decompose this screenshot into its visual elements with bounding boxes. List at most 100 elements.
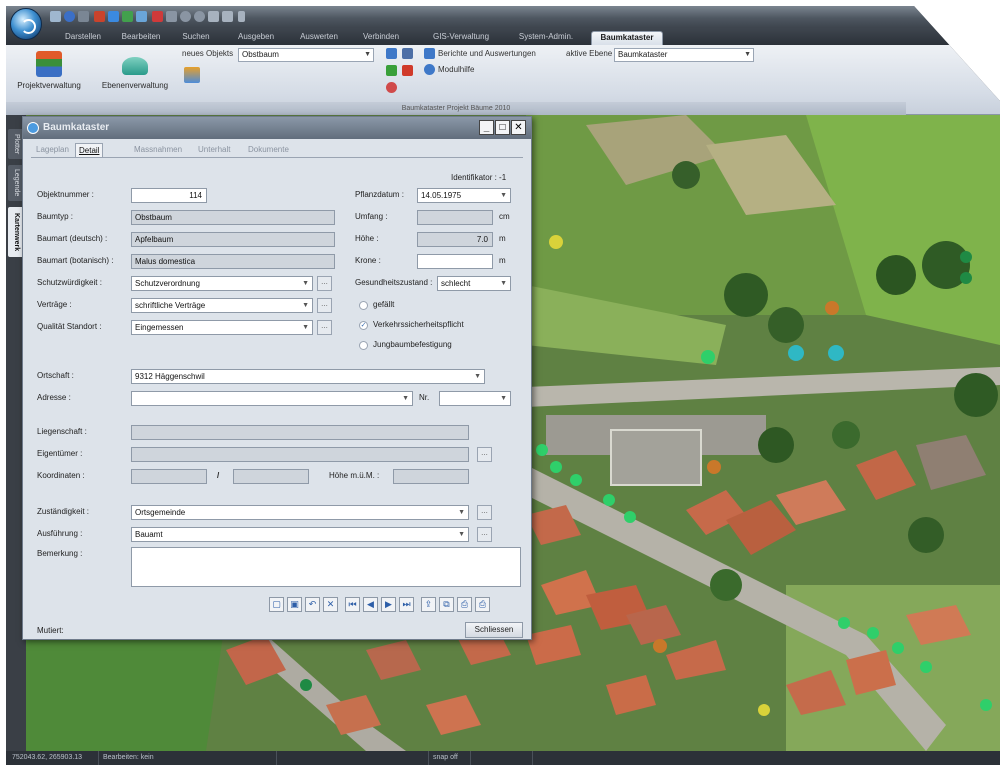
ausfuehrung-select[interactable]: Bauamt ▼ — [131, 527, 469, 542]
dropdown-icon[interactable] — [238, 11, 245, 22]
chevron-down-icon: ▼ — [500, 395, 507, 402]
ortschaft-select[interactable]: 9312 Häggenschwil ▼ — [131, 369, 485, 384]
berichte-button[interactable]: Berichte und Auswertungen — [438, 49, 536, 58]
tab-suchen[interactable]: Suchen — [176, 31, 216, 45]
nr-select[interactable]: ▼ — [439, 391, 511, 406]
gefaellt-checkbox[interactable] — [359, 301, 368, 310]
ebenenverwaltung-label: Ebenenverwaltung — [101, 81, 169, 90]
arrow-left-icon[interactable] — [108, 11, 119, 22]
krone-field[interactable] — [417, 254, 493, 269]
projektverwaltung-button[interactable]: Projektverwaltung — [10, 51, 88, 90]
tab-dokumente[interactable]: Dokumente — [245, 143, 292, 157]
tab-gis-verwaltung[interactable]: GIS-Verwaltung — [426, 31, 496, 45]
verkehrssicherheit-checkbox[interactable]: ✓ — [359, 321, 368, 330]
status-spacer — [276, 751, 426, 765]
aktive-ebene-select[interactable]: Baumkataster ▼ — [614, 48, 754, 62]
tab-baumkataster[interactable]: Baumkataster — [591, 31, 663, 45]
hoehe-field: 7.0 — [417, 232, 493, 247]
cross-icon[interactable] — [152, 11, 163, 22]
vertraege-select[interactable]: schriftliche Verträge ▼ — [131, 298, 313, 313]
save-button[interactable]: ▣ — [287, 597, 302, 612]
application-menu-button[interactable] — [10, 8, 42, 40]
tab-massnahmen[interactable]: Massnahmen — [131, 143, 185, 157]
chevron-down-icon: ▼ — [500, 192, 507, 199]
first-record-button[interactable]: ⏮ — [345, 597, 360, 612]
last-record-button[interactable]: ⏭ — [399, 597, 414, 612]
pointer-icon[interactable] — [208, 11, 219, 22]
previous-record-button[interactable]: ◀ — [363, 597, 378, 612]
hoehe-mgm-field — [393, 469, 469, 484]
edit-icon[interactable] — [386, 48, 397, 59]
delete-icon[interactable] — [402, 65, 413, 76]
hoehe-mgm-label: Höhe m.ü.M. : — [329, 471, 380, 480]
next-record-button[interactable]: ▶ — [381, 597, 396, 612]
zoom-out-icon[interactable] — [194, 11, 205, 22]
snap-status[interactable]: snap off — [428, 751, 468, 765]
tab-lageplan[interactable]: Lageplan — [33, 143, 72, 157]
zustaendigkeit-select[interactable]: Ortsgemeinde ▼ — [131, 505, 469, 520]
schliessen-button[interactable]: Schliessen — [465, 622, 523, 638]
globe-icon[interactable] — [136, 11, 147, 22]
eigentuemer-more-button[interactable]: ... — [477, 447, 492, 462]
info-icon[interactable] — [64, 11, 75, 22]
print-preview-button[interactable]: ⎙ — [457, 597, 472, 612]
chevron-down-icon: ▼ — [474, 373, 481, 380]
modulhilfe-button[interactable]: Modulhilfe — [438, 65, 474, 74]
tab-darstellen[interactable]: Darstellen — [58, 31, 108, 45]
ebenenverwaltung-button[interactable]: Ebenenverwaltung — [96, 51, 174, 90]
dialog-title-bar[interactable]: Baumkataster — [23, 117, 531, 139]
pencil-icon[interactable] — [386, 65, 397, 76]
pin-icon[interactable] — [94, 11, 105, 22]
umfang-field — [417, 210, 493, 225]
new-object-icon[interactable] — [184, 67, 200, 83]
copy-button[interactable]: ⧉ — [439, 597, 454, 612]
tab-verbinden[interactable]: Verbinden — [356, 31, 406, 45]
gesundheit-select[interactable]: schlecht ▼ — [437, 276, 511, 291]
chevron-down-icon: ▼ — [458, 509, 465, 516]
jungbaum-checkbox[interactable] — [359, 341, 368, 350]
tab-ausgeben[interactable]: Ausgeben — [231, 31, 281, 45]
zoom-in-icon[interactable] — [180, 11, 191, 22]
measure-icon[interactable] — [222, 11, 233, 22]
objektnummer-field[interactable]: 114 — [131, 188, 207, 203]
tab-bearbeiten[interactable]: Bearbeiten — [116, 31, 166, 45]
baumtyp-field: Obstbaum — [131, 210, 335, 225]
minimize-button[interactable]: _ — [479, 120, 494, 135]
adresse-label: Adresse : — [37, 393, 71, 402]
arrow-right-icon[interactable] — [122, 11, 133, 22]
qualitaet-select[interactable]: Eingemessen ▼ — [131, 320, 313, 335]
adresse-select[interactable]: ▼ — [131, 391, 413, 406]
schutz-more-button[interactable]: ... — [317, 276, 332, 291]
search-icon[interactable] — [78, 11, 89, 22]
delete-record-button[interactable]: ✕ — [323, 597, 338, 612]
neues-objekt-select[interactable]: Obstbaum ▼ — [238, 48, 374, 62]
ausfuehrung-more-button[interactable]: ... — [477, 527, 492, 542]
print-button[interactable]: ⎙ — [475, 597, 490, 612]
baumkataster-dialog: Baumkataster _ □ ✕ Lageplan Detail Massn… — [22, 116, 532, 640]
export-button[interactable]: ⇪ — [421, 597, 436, 612]
tab-detail[interactable]: Detail — [75, 143, 104, 157]
zustaendigkeit-more-button[interactable]: ... — [477, 505, 492, 520]
tab-unterhalt[interactable]: Unterhalt — [195, 143, 233, 157]
close-icon[interactable]: ✕ — [511, 120, 526, 135]
ortschaft-label: Ortschaft : — [37, 371, 74, 380]
schutzwuerdigkeit-select[interactable]: Schutzverordnung ▼ — [131, 276, 313, 291]
grid-icon[interactable] — [50, 11, 61, 22]
tab-auswerten[interactable]: Auswerten — [294, 31, 344, 45]
tab-system-admin[interactable]: System-Admin. — [511, 31, 581, 45]
krone-unit: m — [499, 256, 506, 265]
move-icon[interactable] — [402, 48, 413, 59]
no-entry-icon[interactable] — [386, 82, 397, 93]
vertraege-more-button[interactable]: ... — [317, 298, 332, 313]
ribbon-panel: Projektverwaltung Ebenenverwaltung neues… — [6, 45, 1000, 115]
new-record-button[interactable]: ▢ — [269, 597, 284, 612]
undo-button[interactable]: ↶ — [305, 597, 320, 612]
qualitaet-more-button[interactable]: ... — [317, 320, 332, 335]
identifikator: Identifikator : -1 — [451, 173, 507, 182]
baumart-botanisch-field: Malus domestica — [131, 254, 335, 269]
chevron-down-icon: ▼ — [500, 280, 507, 287]
maximize-button[interactable]: □ — [495, 120, 510, 135]
pan-icon[interactable] — [166, 11, 177, 22]
bemerkung-textarea[interactable] — [131, 547, 521, 587]
pflanzdatum-picker[interactable]: 14.05.1975 ▼ — [417, 188, 511, 203]
